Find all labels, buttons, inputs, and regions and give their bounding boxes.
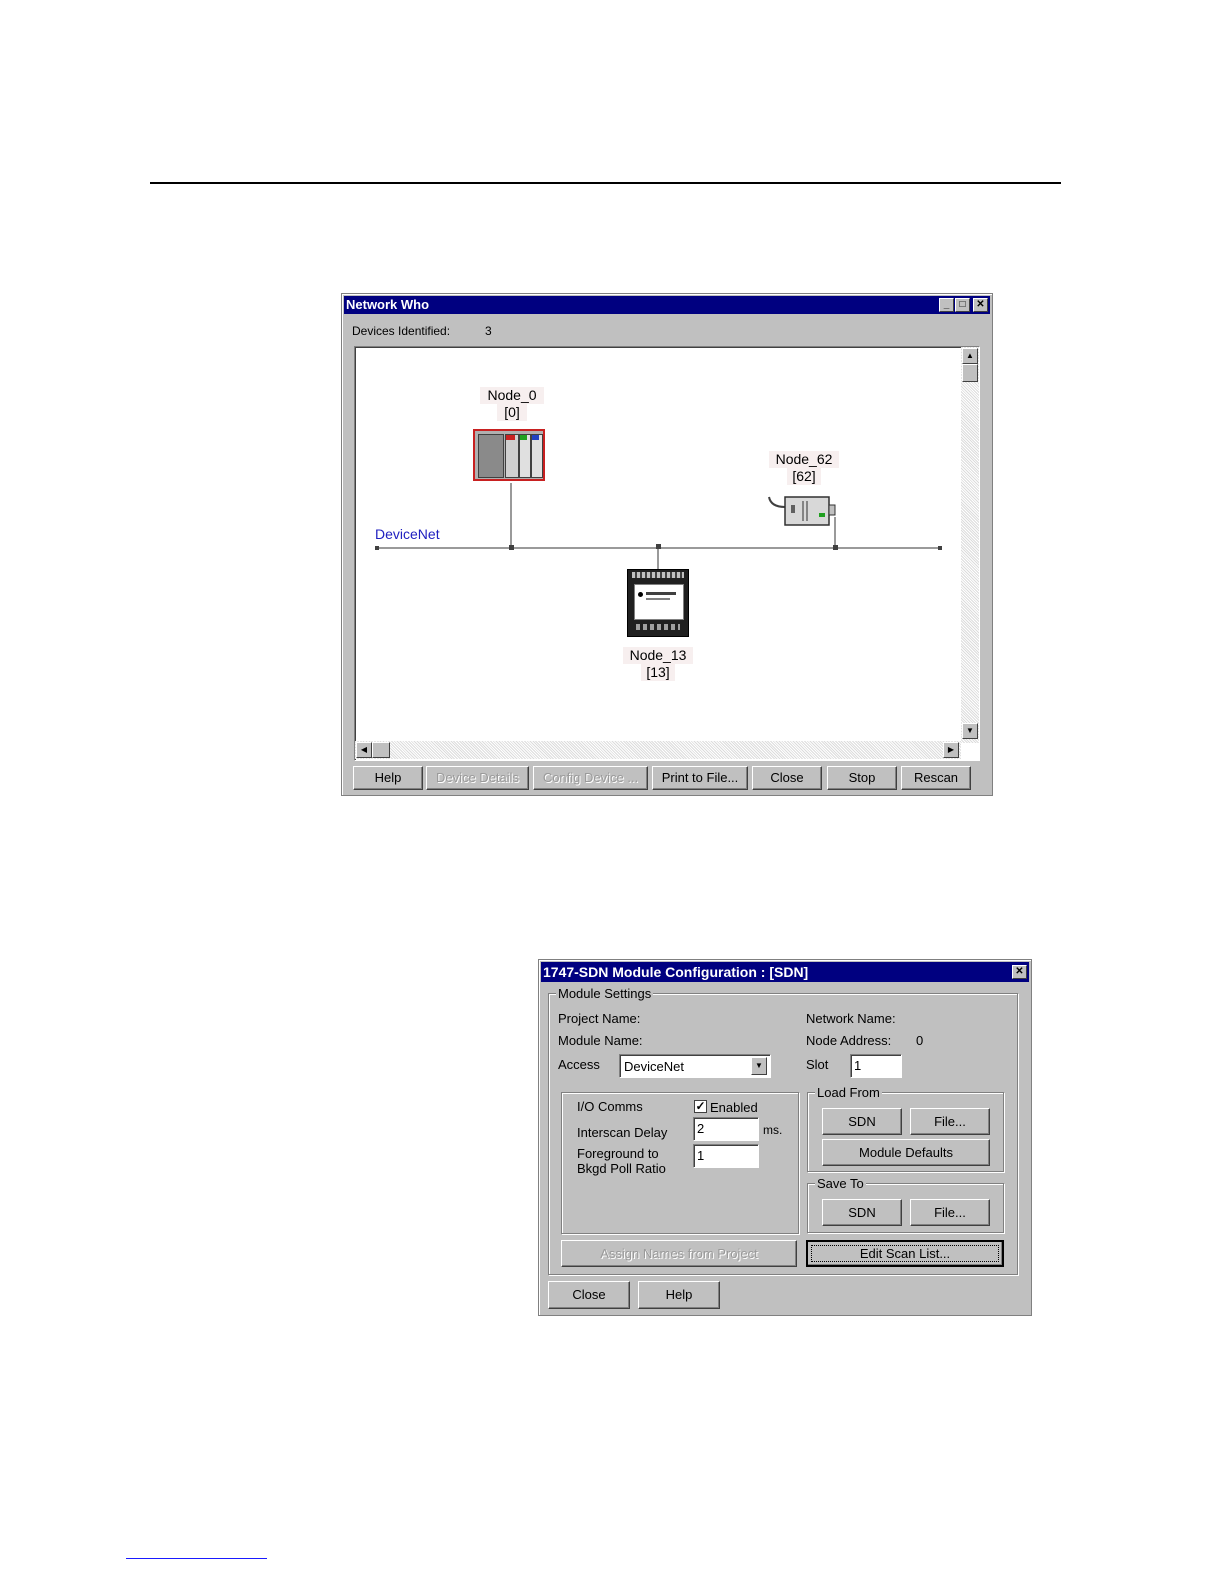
close-button[interactable]: Close [752,766,822,790]
module-settings-label: Module Settings [556,986,654,1001]
node-62-name: Node_62 [769,451,839,468]
edit-scan-list-button[interactable]: Edit Scan List... [806,1240,1004,1267]
scroll-up-icon[interactable]: ▲ [962,348,978,364]
save-file-button[interactable]: File... [910,1199,990,1226]
node-0-tap [509,545,514,550]
load-sdn-button[interactable]: SDN [822,1108,902,1135]
node-62-tap [833,545,838,550]
close-icon[interactable]: ✕ [973,298,988,312]
node-13-device-icon[interactable] [627,569,689,637]
enabled-label[interactable]: Enabled [710,1100,758,1115]
assign-names-button[interactable]: Assign Names from Project [561,1240,797,1267]
interscan-delay-label: Interscan Delay [577,1125,668,1140]
enabled-checkbox[interactable]: ✓ [694,1100,707,1113]
chevron-down-icon[interactable]: ▼ [751,1057,767,1075]
foreground-ratio-input[interactable]: 1 [693,1144,759,1168]
interscan-delay-value: 2 [697,1121,705,1136]
node-0-drop [510,483,512,548]
io-comms-label: I/O Comms [577,1099,643,1114]
vertical-scrollbar[interactable]: ▲ ▼ [961,347,979,743]
load-file-button[interactable]: File... [910,1108,990,1135]
dialog-help-button[interactable]: Help [638,1281,720,1309]
dialog-title: 1747-SDN Module Configuration : [SDN] [543,964,809,980]
interscan-delay-input[interactable]: 2 [693,1117,759,1141]
node-0-address: [0] [497,404,527,421]
access-select[interactable]: DeviceNet ▼ [619,1054,771,1078]
sdn-config-window: 1747-SDN Module Configuration : [SDN] ✕ … [538,959,1032,1316]
bus-endpoint-right [938,546,942,550]
ms-unit-label: ms. [763,1123,783,1137]
help-button[interactable]: Help [353,766,423,790]
slot-label: Slot [806,1057,829,1072]
access-label: Access [558,1057,600,1072]
sdn-config-titlebar[interactable]: 1747-SDN Module Configuration : [SDN] ✕ [541,962,1029,982]
load-from-label: Load From [815,1085,882,1100]
device-details-button[interactable]: Device Details [426,766,529,790]
node-62-address: [62] [787,468,821,485]
dialog-close-button[interactable]: Close [548,1281,630,1309]
foreground-label-line1: Foreground to [577,1146,659,1161]
node-0-device-icon[interactable] [473,429,545,481]
module-defaults-button[interactable]: Module Defaults [822,1139,990,1166]
node-0-name: Node_0 [480,387,544,404]
project-name-label: Project Name: [558,1011,641,1026]
window-title: Network Who [346,297,430,312]
horizontal-scrollbar[interactable]: ◀ ▶ [355,741,961,759]
devices-identified-label: Devices Identified: [352,324,451,338]
node-13-tap [656,544,661,549]
print-to-file-button[interactable]: Print to File... [652,766,748,790]
close-icon[interactable]: ✕ [1012,965,1027,979]
node-address-value: 0 [916,1033,924,1048]
foreground-ratio-value: 1 [697,1148,705,1163]
slot-input[interactable]: 1 [850,1054,902,1078]
minimize-icon[interactable]: _ [939,298,954,312]
scroll-right-icon[interactable]: ▶ [943,742,959,758]
foreground-label-line2: Bkgd Poll Ratio [577,1161,666,1176]
network-who-titlebar[interactable]: Network Who _ □ ✕ [344,296,990,314]
stop-button[interactable]: Stop [827,766,897,790]
node-13-drop [657,547,659,569]
access-select-value: DeviceNet [624,1059,684,1074]
node-13-name: Node_13 [623,647,693,664]
node-62-device-icon[interactable] [767,495,839,527]
slot-input-value: 1 [854,1058,862,1073]
network-canvas[interactable]: DeviceNet Node_0 [0] Node_62 [62] Node_1… [354,346,980,761]
config-device-button[interactable]: Config Device ... [533,766,648,790]
scroll-left-icon[interactable]: ◀ [356,742,372,758]
network-name-label: Network Name: [806,1011,896,1026]
rescan-button[interactable]: Rescan [901,766,971,790]
maximize-icon[interactable]: □ [955,298,970,312]
vertical-scroll-thumb[interactable] [962,364,978,382]
devicenet-label: DeviceNet [375,526,440,542]
bus-endpoint-left [375,546,379,550]
horizontal-scroll-thumb[interactable] [372,742,390,758]
module-name-label: Module Name: [558,1033,643,1048]
footnote-rule [126,1558,267,1559]
network-who-window: Network Who _ □ ✕ Devices Identified: 3 … [341,293,993,796]
save-sdn-button[interactable]: SDN [822,1199,902,1226]
devices-identified-count: 3 [485,324,492,338]
scroll-down-icon[interactable]: ▼ [962,723,978,739]
node-address-label: Node Address: [806,1033,892,1048]
save-to-label: Save To [815,1176,866,1191]
node-13-address: [13] [641,664,675,681]
page-top-rule [150,182,1061,184]
